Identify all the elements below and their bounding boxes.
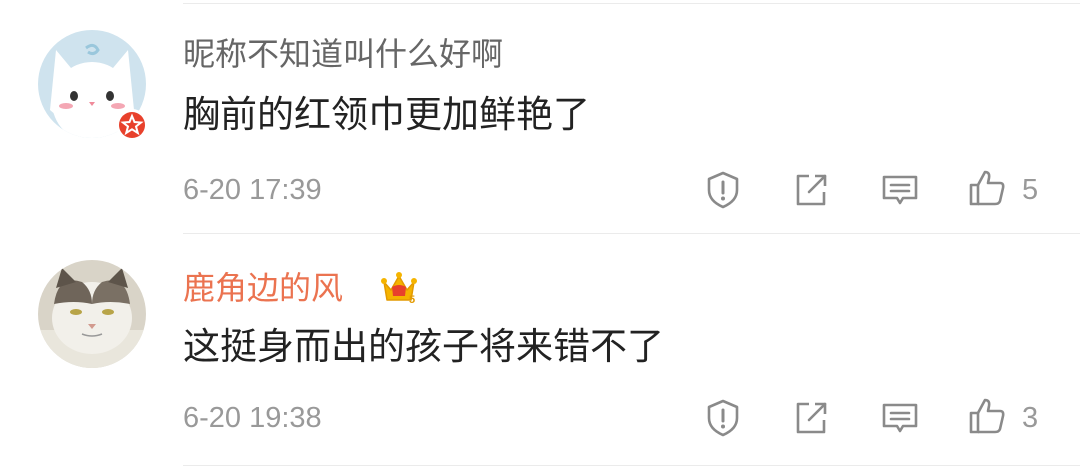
shield-alert-icon [707,171,739,209]
forward-button[interactable] [791,170,831,210]
comment-text: 这挺身而出的孩子将来错不了 [183,325,664,368]
report-button[interactable] [703,398,743,438]
reply-button[interactable] [880,398,920,438]
reply-button[interactable] [880,170,920,210]
forward-button[interactable] [791,398,831,438]
avatar[interactable] [38,260,146,368]
comment-text: 胸前的红领巾更加鲜艳了 [183,93,590,136]
timestamp: 6-20 17:39 [183,174,322,206]
red-star-badge-icon [115,108,149,142]
comment-icon [882,175,918,205]
comment-icon [882,403,918,433]
timestamp: 6-20 19:38 [183,402,322,434]
like-count: 5 [1022,174,1039,206]
comment-item: 昵称不知道叫什么好啊 胸前的红领巾更加鲜艳了 6-20 17:39 5 [0,0,1080,232]
thumbs-up-icon [969,170,1005,206]
like-button[interactable] [967,396,1007,436]
share-edit-icon [796,402,827,434]
share-edit-icon [796,174,827,206]
crown-vip-badge-icon: 5 [380,270,418,308]
thumbs-up-icon [969,398,1005,434]
svg-text:5: 5 [409,294,415,306]
cat-photo-avatar [38,260,146,368]
bottom-divider [183,465,1080,466]
like-button[interactable] [967,168,1007,208]
report-button[interactable] [703,170,743,210]
like-count: 3 [1022,402,1039,434]
shield-alert-icon [707,399,739,437]
username[interactable]: 昵称不知道叫什么好啊 [183,34,503,74]
username[interactable]: 鹿角边的风 [183,268,343,308]
comment-item: 鹿角边的风 5 这挺身而出的孩子将来错不了 6-20 19:38 3 [0,234,1080,466]
